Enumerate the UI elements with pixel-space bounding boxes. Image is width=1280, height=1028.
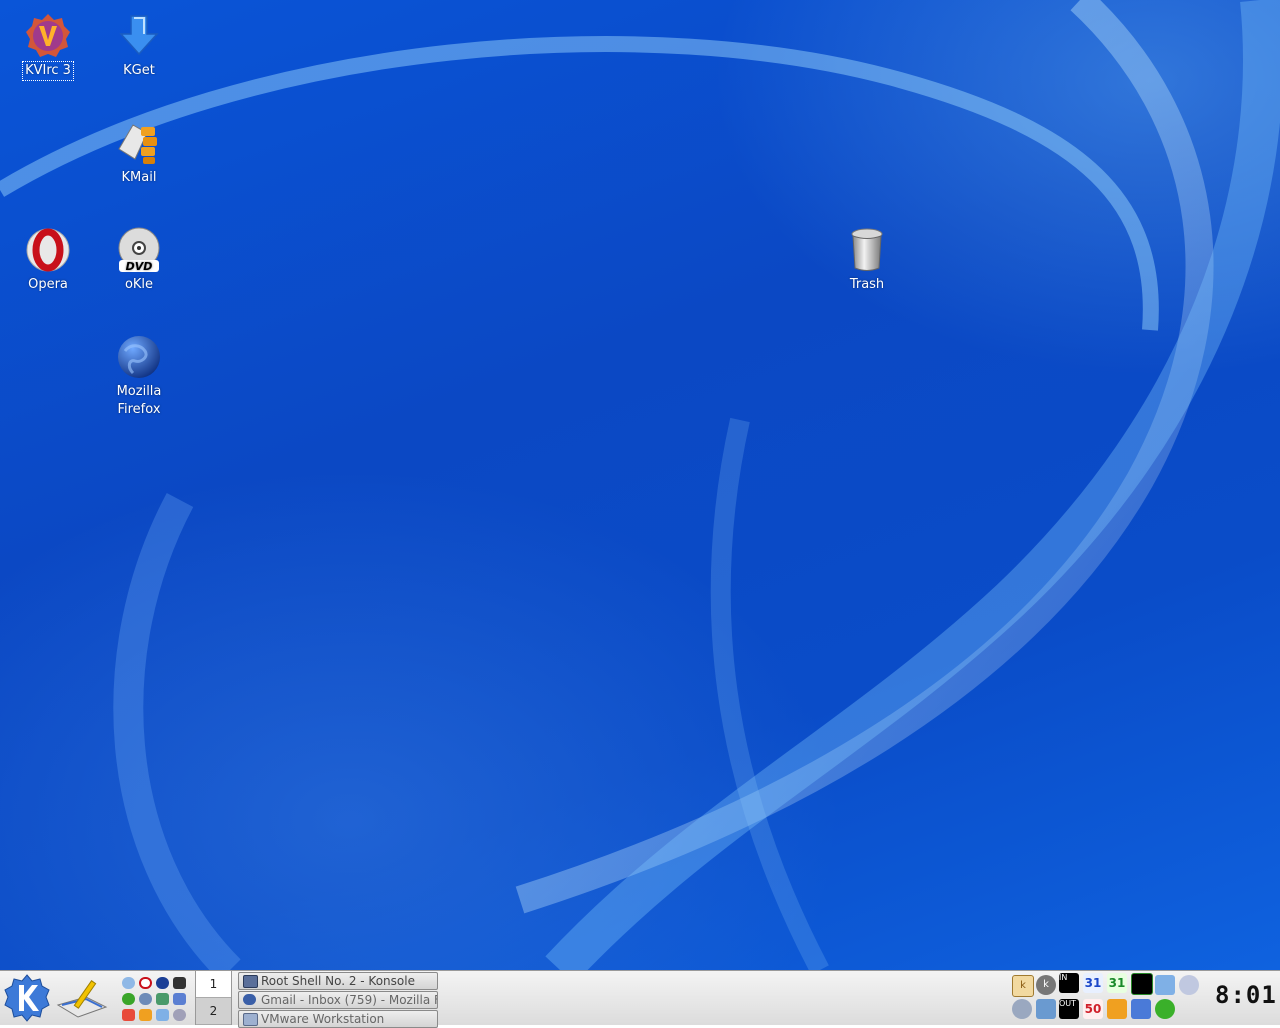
desktop-icon-label: Opera — [28, 277, 68, 292]
calendar-icon[interactable]: 31 — [1083, 973, 1103, 993]
kwrite-editor-launcher[interactable] — [56, 975, 108, 1021]
taskbar-window-list: Root Shell No. 2 - Konsole Gmail - Inbox… — [238, 971, 438, 1028]
desktop-icon-label: Trash — [849, 277, 885, 292]
pager-desktop-1[interactable]: 1 — [196, 971, 231, 998]
desktop-icon-opera[interactable]: Opera — [3, 226, 93, 294]
checkmark-icon[interactable] — [173, 993, 186, 1005]
dvd-disc-icon: DVD — [118, 227, 160, 273]
firefox-icon[interactable] — [156, 977, 169, 989]
desktop-icon-label: KVIrc 3 — [22, 61, 74, 81]
folder-sync-icon[interactable] — [1107, 999, 1127, 1019]
system-monitor-icon[interactable] — [1131, 973, 1153, 995]
network-in-monitor[interactable]: IN — [1059, 973, 1079, 993]
konsole-icon — [243, 975, 258, 988]
volume-speaker-icon[interactable] — [1036, 999, 1056, 1019]
calendar-alt-icon[interactable]: 31 — [1107, 973, 1127, 993]
klipper-clipboard-icon[interactable]: k — [1012, 975, 1034, 997]
kmail-icon — [118, 124, 157, 164]
task-label: Root Shell No. 2 - Konsole — [261, 974, 415, 988]
kwallet-icon[interactable]: k — [1036, 975, 1056, 995]
network-computers-icon[interactable] — [156, 1009, 169, 1021]
taskbar-panel: 1 2 Root Shell No. 2 - Konsole Gmail - I… — [0, 970, 1280, 1028]
desktop-icon-kget[interactable]: KGet — [94, 12, 184, 80]
desktop-icon-label: oKle — [124, 277, 154, 292]
network-status-icon[interactable] — [1155, 975, 1175, 995]
svg-text:DVD: DVD — [126, 260, 153, 273]
network-icon[interactable] — [156, 993, 169, 1005]
edit-document-icon — [56, 980, 108, 1018]
opera-icon[interactable] — [139, 977, 152, 989]
quick-launcher[interactable] — [118, 975, 190, 1021]
globe-icon[interactable] — [139, 993, 152, 1005]
kvirc-icon — [26, 14, 70, 57]
clover-icon[interactable] — [122, 993, 135, 1005]
kde-k-menu-button[interactable] — [2, 973, 52, 1023]
firefox-globe-icon — [118, 336, 160, 378]
wallpaper-swoosh — [0, 0, 1280, 970]
desktop-icon-label: Mozilla Firefox — [116, 384, 162, 417]
calendar-icon[interactable] — [122, 1009, 135, 1021]
konqueror-icon[interactable] — [122, 977, 135, 989]
paint-icon[interactable] — [139, 1009, 152, 1021]
task-button[interactable]: Gmail - Inbox (759) - Mozilla F — [238, 991, 438, 1009]
settings-gear-icon[interactable] — [1012, 999, 1032, 1019]
desktop-icon-kmail[interactable]: KMail — [94, 119, 184, 187]
kget-download-icon — [119, 15, 159, 56]
kde-k-menu-icon — [4, 974, 50, 1022]
task-button[interactable]: VMware Workstation — [238, 1010, 438, 1028]
desktop-icon-label: KGet — [123, 63, 155, 78]
clover-icon[interactable] — [1155, 999, 1175, 1019]
desktop-icon-trash[interactable]: Trash — [822, 226, 912, 294]
user-presence-icon[interactable] — [1131, 999, 1151, 1019]
network-out-monitor[interactable]: OUT — [1059, 999, 1079, 1019]
desktop-icon-kvirc[interactable]: KVIrc 3 — [3, 12, 93, 81]
desktop[interactable]: KVIrc 3 KGet KMail Opera DVD oKle Mozill… — [0, 0, 1280, 970]
desktop-icon-label: KMail — [121, 170, 157, 185]
desktop-icon-firefox[interactable]: Mozilla Firefox — [94, 333, 184, 419]
desktop-icon-okle[interactable]: DVD oKle — [94, 226, 184, 294]
desktop-pager: 1 2 — [195, 971, 232, 1025]
task-label: Gmail - Inbox (759) - Mozilla F — [261, 993, 438, 1007]
trash-can-icon — [851, 228, 883, 271]
disk-icon[interactable] — [173, 1009, 186, 1021]
pager-desktop-2[interactable]: 2 — [196, 998, 231, 1025]
vmware-icon — [243, 1013, 258, 1026]
battery-monitor-icon[interactable]: 50 — [1083, 999, 1103, 1019]
system-tray: k k IN 31 31 OUT 50 — [1010, 971, 1210, 1025]
task-button[interactable]: Root Shell No. 2 - Konsole — [238, 972, 438, 990]
firefox-icon — [243, 994, 256, 1005]
disk-mount-icon[interactable] — [1179, 975, 1199, 995]
opera-icon — [26, 228, 70, 272]
terminal-icon[interactable] — [173, 977, 186, 989]
digital-clock[interactable]: 8:01 — [1215, 981, 1280, 1011]
